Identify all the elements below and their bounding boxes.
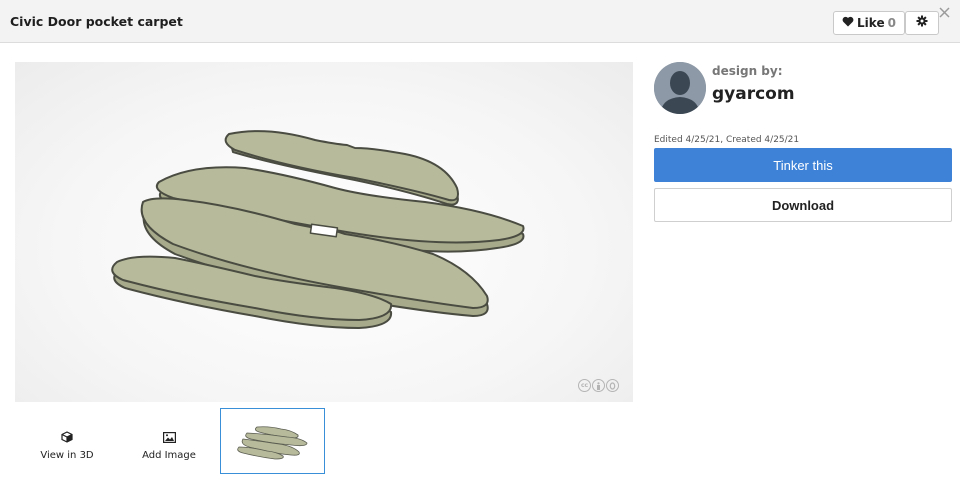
like-button[interactable]: Like 0: [833, 11, 905, 35]
heart-icon: [842, 16, 854, 30]
close-icon: [938, 5, 950, 23]
close-button[interactable]: [937, 7, 951, 21]
avatar[interactable]: [654, 62, 706, 114]
settings-button[interactable]: [905, 11, 939, 35]
add-image-label: Add Image: [142, 449, 196, 461]
cc-icon: cc: [578, 379, 591, 392]
model-viewer[interactable]: cc: [15, 62, 633, 402]
header-bar: Civic Door pocket carpet Like 0: [0, 0, 960, 43]
license-badges: cc: [578, 379, 619, 392]
tinker-this-button[interactable]: Tinker this: [654, 148, 952, 182]
design-by-label: design by:: [712, 64, 783, 78]
image-icon: [162, 431, 176, 446]
model-preview: [111, 130, 525, 329]
zero-icon: [606, 379, 619, 392]
author-name-link[interactable]: gyarcom: [712, 84, 795, 104]
model-thumbnail[interactable]: [220, 408, 325, 474]
add-image-button[interactable]: Add Image: [119, 418, 219, 474]
cube-icon: [61, 431, 73, 446]
page-title: Civic Door pocket carpet: [10, 14, 183, 29]
download-button[interactable]: Download: [654, 188, 952, 222]
like-label: Like: [857, 16, 885, 30]
user-silhouette-icon: [654, 62, 706, 114]
view-in-3d-button[interactable]: View in 3D: [17, 418, 117, 474]
view-in-3d-label: View in 3D: [40, 450, 94, 461]
gear-icon: [916, 14, 928, 32]
like-count: 0: [887, 16, 896, 30]
thumbnail-preview: [237, 426, 308, 460]
edited-date: Edited 4/25/21, Created 4/25/21: [654, 135, 800, 145]
attribution-icon: [592, 379, 605, 392]
